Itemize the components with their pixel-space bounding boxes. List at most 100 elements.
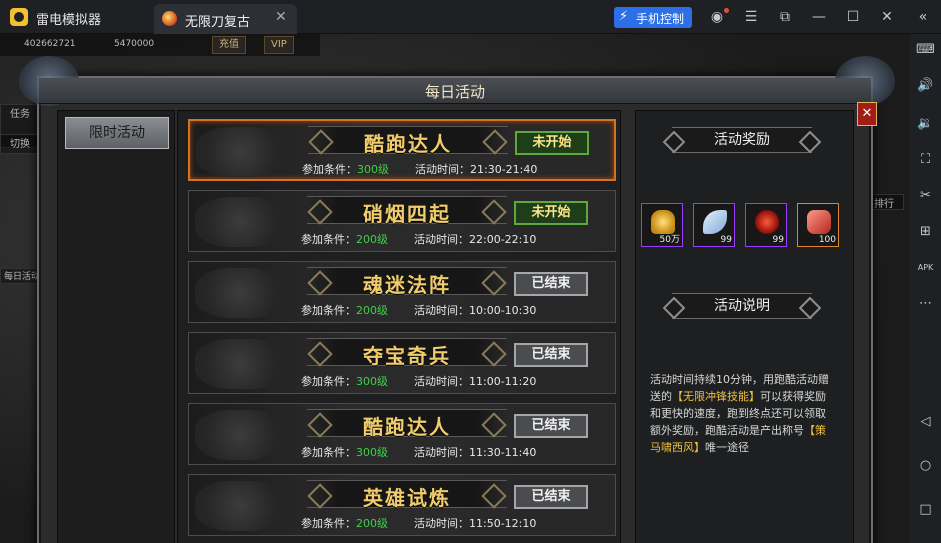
activity-condition: 参加条件：300级 [301,373,388,389]
time-range: 10:00-10:30 [469,304,537,317]
back-icon[interactable]: ◁ [916,412,935,431]
switch-button[interactable]: 切换 [0,134,40,154]
apk-icon[interactable]: APK [916,258,935,277]
recents-icon[interactable]: □ [916,500,935,519]
activity-name: 夺宝奇兵 [363,344,451,368]
reward-slot[interactable]: 99 [693,203,735,247]
reward-quantity: 99 [720,235,732,245]
screenshot-icon[interactable]: ⛶ [916,150,935,169]
reward-quantity: 99 [772,235,784,245]
activity-time: 活动时间：11:30-11:40 [414,444,536,460]
activity-condition: 参加条件：200级 [301,515,388,531]
desc-highlight-skill: 【无限冲锋技能】 [672,390,760,403]
dragon-emblem-icon [195,410,285,460]
feather-icon [703,210,727,234]
red-gem-icon [755,210,779,234]
condition-label: 参加条件： [301,517,356,530]
activity-status-button[interactable]: 已结束 [514,343,588,367]
minimize-icon[interactable]: — [810,8,828,26]
gold-ingot-icon [651,210,675,234]
bolt-icon: ⚡ [619,9,629,24]
activity-status-button[interactable]: 未开始 [515,131,589,155]
dialog-close-button[interactable]: ✕ [857,102,877,126]
notification-dot [724,8,729,13]
scroll-icon [807,210,831,234]
required-level: 300级 [356,375,388,388]
activity-name: 魂迷法阵 [363,273,451,297]
dragon-emblem-icon [195,339,285,389]
gold-amount: 402662721 [24,39,76,49]
add-app-icon[interactable]: ⊞ [916,222,935,241]
currency-bar: 402662721 5470000 充值 VIP [0,34,320,56]
activity-time: 活动时间：11:50-12:10 [414,515,536,531]
close-icon[interactable]: ✕ [878,8,896,26]
required-level: 200级 [356,304,388,317]
activity-name-plate: 魂迷法阵 [307,267,507,297]
activity-row[interactable]: 夺宝奇兵 已结束参加条件：300级 活动时间：11:00-11:20 [188,332,616,394]
time-range: 11:00-11:20 [469,375,537,388]
time-range: 21:30-21:40 [470,163,538,176]
time-range: 11:30-11:40 [469,446,537,459]
time-label: 活动时间： [414,375,469,388]
time-label: 活动时间： [414,517,469,530]
required-level: 300级 [356,446,388,459]
volume-down-icon[interactable]: 🔉 [916,114,935,133]
activity-time: 活动时间：22:00-22:10 [414,231,536,247]
dialog-header: 每日活动 [39,78,871,104]
activity-time: 活动时间：21:30-21:40 [415,161,537,177]
activity-row[interactable]: 酷跑达人 已结束参加条件：300级 活动时间：11:30-11:40 [188,403,616,465]
time-range: 11:50-12:10 [469,517,537,530]
dragon-emblem-icon [195,481,285,531]
dragon-emblem-icon [195,268,285,318]
reward-slot[interactable]: 100 [797,203,839,247]
recharge-button[interactable]: 充值 [212,36,246,54]
condition-label: 参加条件： [301,233,356,246]
reward-slot[interactable]: 50万 [641,203,683,247]
desc-text: 唯一途径 [705,441,749,454]
volume-up-icon[interactable]: 🔊 [916,76,935,95]
condition-label: 参加条件： [301,375,356,388]
tab-close-icon[interactable]: ✕ [275,9,287,25]
tab-game[interactable]: 无限刀复古 ✕ [154,4,297,34]
activity-status-button[interactable]: 已结束 [514,272,588,296]
activity-name: 酷跑达人 [363,415,451,439]
maximize-icon[interactable]: ☐ [844,8,862,26]
activity-status-button[interactable]: 未开始 [514,201,588,225]
condition-label: 参加条件： [301,304,356,317]
tab-title: 无限刀复古 [185,15,251,30]
condition-label: 参加条件： [301,446,356,459]
activity-row[interactable]: 魂迷法阵 已结束 参加条件：200级 活动时间：10:00-10:30 [188,261,616,323]
activity-condition: 参加条件：200级 [301,302,388,318]
phone-control-label: 手机控制 [636,12,685,26]
dragon-emblem-icon [195,197,285,247]
activity-list[interactable]: 酷跑达人 未开始 参加条件：300级 活动时间：21:30-21:40 硝烟四起 未开始参… [177,110,621,543]
activity-condition: 参加条件：200级 [301,231,388,247]
activity-name-plate: 酷跑达人 [308,126,508,156]
home-icon[interactable]: ○ [916,456,935,475]
scissors-icon[interactable]: ✂ [916,186,935,205]
reward-slot[interactable]: 99 [745,203,787,247]
required-level: 300级 [357,163,389,176]
activity-row[interactable]: 英雄试炼 已结束 参加条件：200级 活动时间：11:50-12:10 [188,474,616,536]
time-range: 22:00-22:10 [469,233,537,246]
title-bar: 雷电模拟器 无限刀复古 ✕ ⚡ 手机控制 ◉ ☰ ⧉ — ☐ ✕ « [0,0,941,34]
activity-status-button[interactable]: 已结束 [514,485,588,509]
dragon-emblem-icon [196,127,286,177]
vip-button[interactable]: VIP [264,36,294,54]
activity-status-button[interactable]: 已结束 [514,414,588,438]
condition-label: 参加条件： [302,163,357,176]
activity-name: 硝烟四起 [363,202,451,226]
activity-row[interactable]: 硝烟四起 未开始参加条件：200级 活动时间：22:00-22:10 [188,190,616,252]
collapse-icon[interactable]: « [914,8,932,26]
menu-icon[interactable]: ☰ [742,8,760,26]
tab-limited-time[interactable]: 限时活动 [65,117,169,149]
keyboard-icon[interactable]: ⌨ [916,40,935,59]
activity-row[interactable]: 酷跑达人 未开始参加条件：300级 活动时间：21:30-21:40 [188,119,616,181]
more-icon[interactable]: ⋯ [916,294,935,313]
emulator-sidebar: ⌨ 🔊 🔉 ⛶ ✂ ⊞ APK ⋯ ◁ ○ □ [910,34,941,543]
phone-control-button[interactable]: ⚡ 手机控制 [614,7,692,28]
activity-time: 活动时间：11:00-11:20 [414,373,536,389]
activity-detail-panel: 活动奖励 50万 99 99 100 活动说明 活动时间持续10分钟，用跑酷活动赠送的… [635,110,854,543]
popout-icon[interactable]: ⧉ [776,8,794,26]
time-label: 活动时间： [415,163,470,176]
